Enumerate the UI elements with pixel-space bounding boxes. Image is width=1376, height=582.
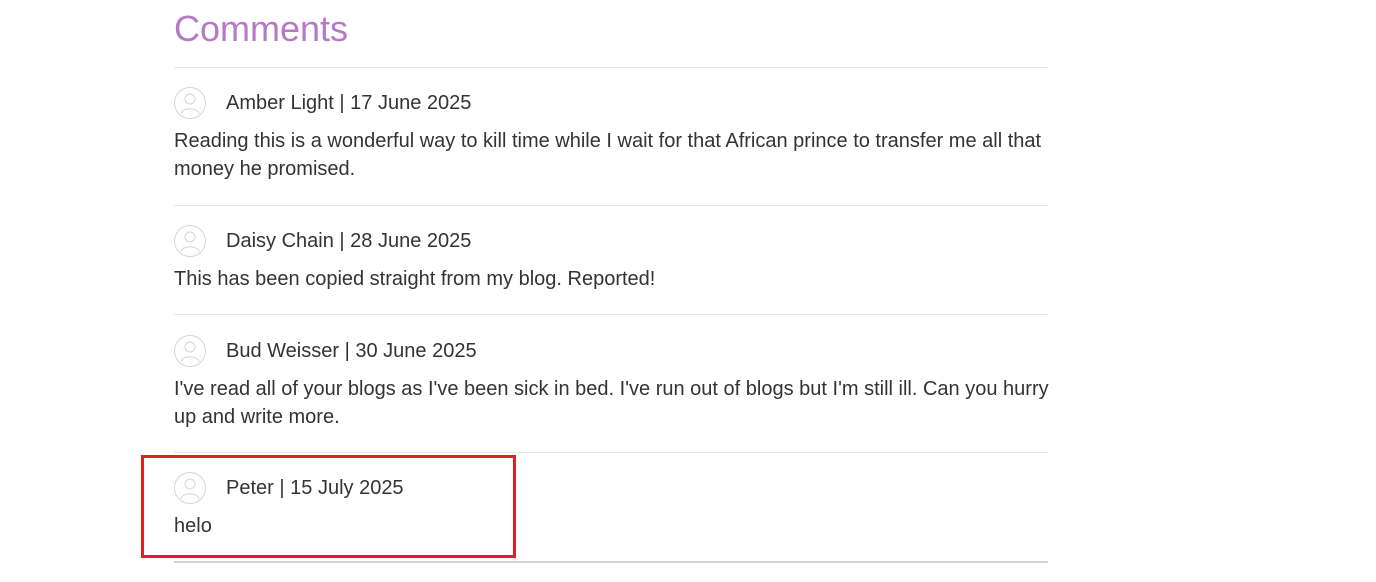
comment-meta: Daisy Chain | 28 June 2025 — [226, 229, 471, 253]
divider — [174, 561, 1048, 563]
comment-item: Daisy Chain | 28 June 2025 This has been… — [174, 225, 1050, 293]
user-avatar-icon — [174, 87, 206, 119]
comment-separator: | — [339, 230, 345, 252]
comment-separator: | — [339, 92, 345, 114]
comment-header: Bud Weisser | 30 June 2025 — [174, 335, 1050, 369]
comment-author: Daisy Chain — [226, 230, 334, 252]
comment-item: Bud Weisser | 30 June 2025 I've read all… — [174, 335, 1050, 431]
comment-header: Amber Light | 17 June 2025 — [174, 87, 1050, 121]
highlight-box — [141, 455, 516, 558]
comment-header: Daisy Chain | 28 June 2025 — [174, 225, 1050, 259]
comment-author: Bud Weisser — [226, 340, 340, 362]
user-avatar-icon — [174, 335, 206, 367]
comment-meta: Bud Weisser | 30 June 2025 — [226, 339, 477, 363]
comment-date: 17 June 2025 — [350, 92, 472, 114]
comment-date: 28 June 2025 — [350, 230, 472, 252]
user-avatar-icon — [174, 225, 206, 257]
comment-text: This has been copied straight from my bl… — [174, 268, 656, 290]
comments-heading: Comments — [174, 8, 349, 49]
divider — [174, 452, 1048, 453]
comment-date: 30 June 2025 — [355, 340, 477, 362]
divider — [174, 67, 1048, 68]
divider — [174, 205, 1048, 206]
divider — [174, 314, 1048, 315]
comment-text: I've read all of your blogs as I've been… — [174, 378, 1049, 428]
comment-separator: | — [344, 340, 350, 362]
comment-meta: Amber Light | 17 June 2025 — [226, 91, 471, 115]
comments-page: Comments Amber Light | 17 June 2025 Read… — [0, 0, 1376, 582]
comment-item: Amber Light | 17 June 2025 Reading this … — [174, 87, 1050, 183]
comment-author: Amber Light — [226, 92, 334, 114]
comment-text: Reading this is a wonderful way to kill … — [174, 130, 1042, 180]
